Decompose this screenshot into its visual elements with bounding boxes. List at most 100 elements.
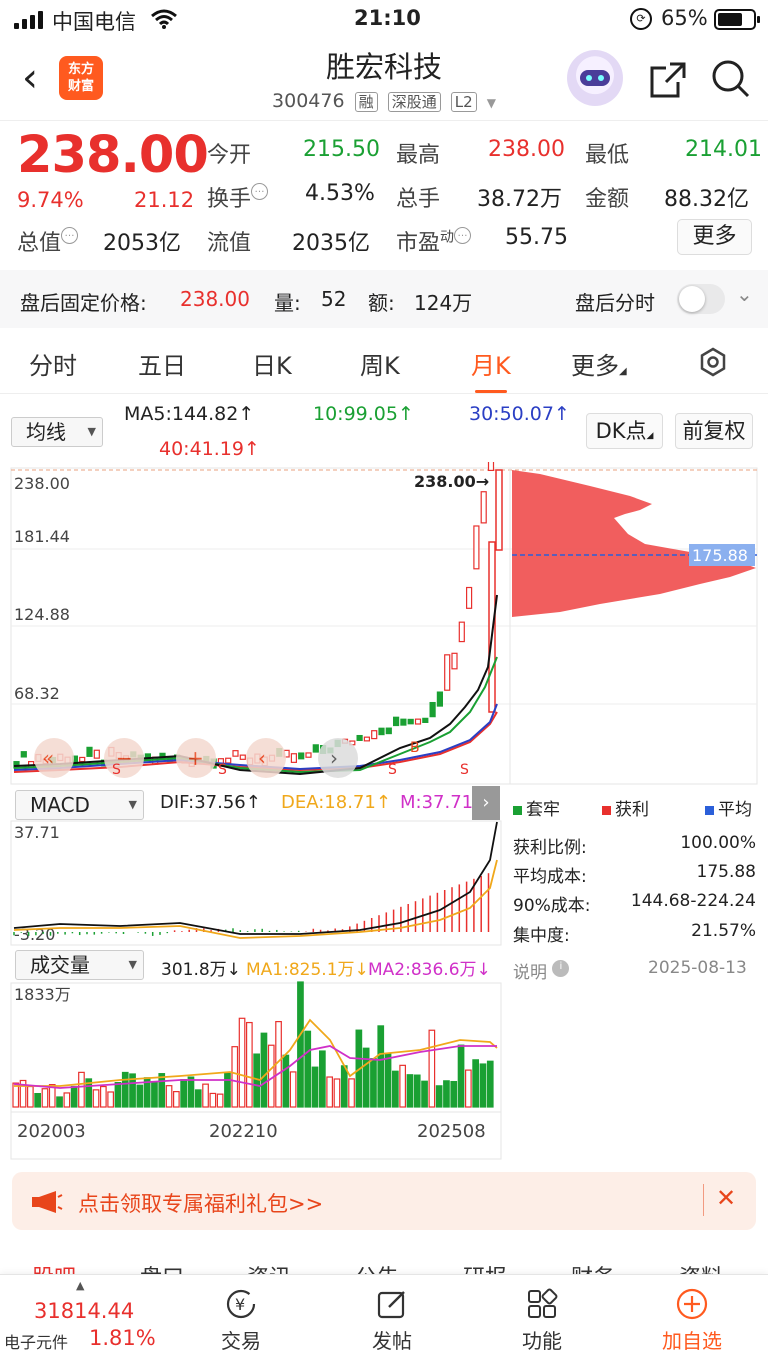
y-tick: 238.00 [14, 474, 70, 493]
volume-bar [384, 1053, 392, 1108]
chevron-down-icon[interactable]: ⌄ [736, 282, 753, 306]
after-hours-timeshare-label: 盘后分时 [575, 291, 655, 315]
edit-icon [377, 1291, 405, 1319]
volume-top: 1833万 [14, 985, 71, 1004]
candle [298, 752, 305, 760]
volume-bar [479, 1063, 487, 1108]
candle [79, 756, 86, 763]
chip-note[interactable]: 说明 i [513, 958, 570, 983]
tab-timeshare[interactable]: 分时 [29, 346, 77, 381]
volume-bar [246, 1021, 253, 1108]
info-icon[interactable]: … [454, 227, 472, 244]
tab-more[interactable]: 更多◢ [571, 346, 627, 381]
candle [385, 727, 392, 735]
wifi-icon [151, 9, 177, 29]
mcap-label: 总值… [17, 225, 79, 257]
volume-bar [63, 1092, 71, 1108]
dk-points-button[interactable]: DK点◢ [586, 413, 663, 449]
signal-icon [14, 11, 44, 29]
svg-text:«: « [42, 746, 54, 770]
volume-bar [443, 1080, 450, 1108]
volume-bar [180, 1079, 187, 1108]
rotation-lock-icon: ⟳ [630, 8, 652, 30]
volume-bar [465, 1069, 472, 1108]
info-icon[interactable]: … [61, 227, 79, 244]
volume-bar [413, 1074, 421, 1108]
volume-bar [238, 1017, 246, 1108]
ma40-value: 40:41.19↑ [159, 438, 260, 460]
volume-bar [304, 1030, 312, 1108]
y-tick: 181.44 [14, 527, 70, 546]
add-watchlist-tab[interactable]: 加自选 [637, 1287, 747, 1354]
share-icon[interactable] [648, 60, 688, 100]
close-icon[interactable]: ✕ [716, 1184, 736, 1212]
dif-value: DIF:37.56↑ [160, 792, 261, 813]
float-label: 流值 [207, 231, 252, 256]
trade-tab[interactable]: ¥ 交易 [186, 1287, 296, 1354]
assistant-avatar[interactable] [567, 50, 623, 106]
candle [444, 654, 451, 691]
tab-five-day[interactable]: 五日 [138, 346, 186, 381]
volume-bar [194, 1089, 202, 1108]
ma-select[interactable]: 均线 ▼ [11, 417, 103, 447]
candle [378, 727, 385, 736]
functions-tab[interactable]: 功能 [487, 1287, 597, 1354]
chevron-right-icon[interactable]: › [472, 786, 500, 820]
bottom-tab-bar: ▲ 31814.44 电子元件 1.81% ¥ 交易 发帖 功能 加自选 [0, 1274, 768, 1366]
volume-bar [231, 1046, 239, 1108]
candle [86, 746, 93, 757]
battery-percent: 65% [661, 6, 708, 30]
candle [458, 621, 465, 643]
candle [363, 736, 370, 742]
volume-bar [267, 1044, 275, 1108]
svg-text:+: + [187, 746, 204, 770]
volume-bar [158, 1073, 166, 1108]
info-icon[interactable]: i [552, 960, 570, 977]
volume-label: 总手 [396, 187, 441, 212]
volume-bar [209, 1092, 217, 1108]
tag-connect: 深股通 [387, 92, 441, 112]
high-value: 238.00 [488, 137, 565, 162]
megaphone-icon [32, 1191, 63, 1213]
index-widget[interactable]: ▲ 31814.44 电子元件 1.81% [0, 1275, 160, 1366]
info-icon[interactable]: … [251, 183, 269, 200]
clock: 21:10 [354, 6, 421, 30]
svg-text:›: › [330, 746, 338, 770]
volume-bar [406, 1074, 414, 1108]
volume-value: 301.8万↓ [161, 960, 241, 980]
volume-bar [216, 1093, 224, 1108]
candle [451, 652, 458, 670]
ma30-value: 30:50.07↑ [469, 403, 570, 425]
stock-code: 300476 [272, 90, 345, 112]
low-value: 214.01 [685, 137, 762, 162]
promo-banner[interactable]: 点击领取专属福利礼包>> ✕ [12, 1172, 756, 1230]
kline-chart[interactable]: 238.00 181.44 124.88 68.32 238.00→ 175.8… [0, 462, 768, 786]
candle [371, 730, 378, 740]
chip-row: 平均成本: 175.88 [513, 862, 756, 887]
y-tick: 68.32 [14, 684, 60, 703]
more-button[interactable]: 更多 [677, 219, 752, 255]
candle [312, 744, 319, 753]
chevron-down-icon[interactable]: ▼ [487, 96, 496, 110]
adjust-button[interactable]: 前复权 [675, 413, 753, 449]
search-icon[interactable] [710, 58, 752, 100]
chip-row: 90%成本: 144.68-224.24 [513, 891, 756, 916]
tab-monthly-k[interactable]: 月K [471, 346, 511, 393]
volume-bar [224, 1072, 231, 1108]
post-tab[interactable]: 发帖 [337, 1287, 447, 1354]
after-hours-toggle[interactable] [677, 284, 725, 314]
indicator-select[interactable]: MACD ▼ [15, 790, 144, 820]
banner-text: 点击领取专属福利礼包>> [78, 1192, 324, 1216]
volume-select[interactable]: 成交量 ▼ [15, 950, 144, 980]
volume-value: 38.72万 [477, 187, 562, 212]
volume-bar [260, 1032, 268, 1108]
after-hours-price: 238.00 [180, 287, 250, 311]
gear-icon[interactable] [697, 346, 729, 378]
tab-daily-k[interactable]: 日K [252, 346, 292, 381]
tag-level2: L2 [450, 92, 477, 112]
divider [0, 120, 768, 121]
volume-bar [392, 1070, 399, 1108]
index-pct: 1.81% [89, 1326, 156, 1350]
tab-weekly-k[interactable]: 周K [360, 346, 400, 381]
candle [495, 469, 503, 551]
